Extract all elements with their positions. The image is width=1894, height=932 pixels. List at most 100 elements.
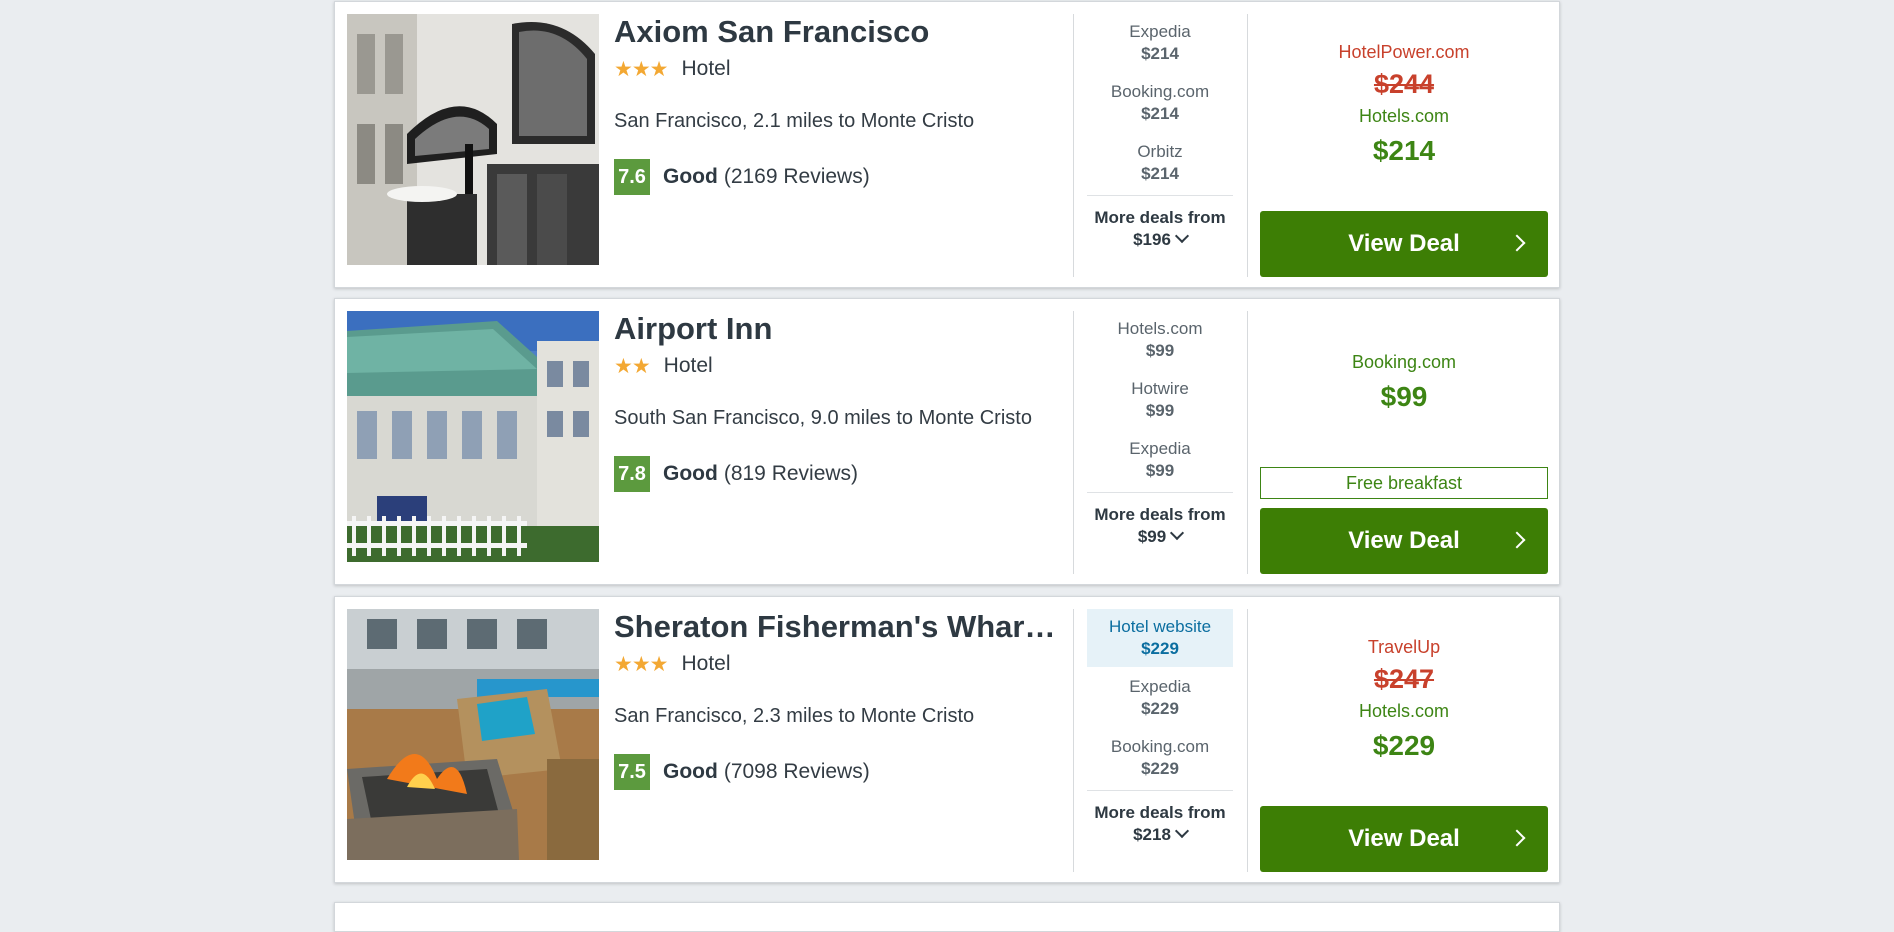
free-breakfast-badge: Free breakfast [1260, 467, 1548, 499]
deal-provider: Hotels.com [1358, 701, 1450, 721]
provider-price: $229 [1141, 759, 1179, 778]
provider-price: $99 [1145, 461, 1175, 480]
provider-price-item[interactable]: Expedia $229 [1087, 669, 1233, 727]
provider-price: $214 [1141, 44, 1179, 63]
hotel-photo[interactable] [347, 14, 599, 265]
best-deal-panel: TravelUp $247 Hotels.com $229 View Deal [1260, 609, 1548, 872]
provider-price-item[interactable]: Hotels.com $99 [1087, 311, 1233, 369]
hotel-type: Hotel [681, 652, 731, 675]
provider-price: $99 [1145, 341, 1175, 360]
deal-strike-price: $247 [1373, 664, 1435, 694]
hotel-card-partial[interactable] [334, 902, 1560, 932]
divider [1073, 14, 1074, 277]
hotel-card[interactable]: Sheraton Fisherman's Wharf Hotel ★★★ Hot… [334, 596, 1560, 883]
chevron-down-icon [1174, 228, 1189, 244]
view-deal-button[interactable]: View Deal [1260, 508, 1548, 574]
provider-price: $229 [1141, 699, 1179, 718]
provider-price-item[interactable]: Booking.com $214 [1087, 74, 1233, 132]
more-deals-button[interactable]: More deals from $218 [1087, 802, 1233, 846]
star-rating-icon: ★★★ [614, 652, 668, 676]
deal-provider: Booking.com [1351, 352, 1457, 372]
chevron-right-icon [1508, 531, 1526, 549]
review-score-badge: 7.5 [614, 754, 650, 790]
chevron-right-icon [1508, 234, 1526, 252]
hotel-card[interactable]: Airport Inn ★★ Hotel South San Francisco… [334, 298, 1560, 585]
view-deal-label: View Deal [1348, 527, 1460, 554]
divider [1087, 492, 1233, 493]
hotel-location: San Francisco, 2.1 miles to Monte Cristo [614, 110, 975, 132]
provider-price-item[interactable]: Expedia $214 [1087, 14, 1233, 72]
deal-top-provider: TravelUp [1367, 637, 1441, 657]
rating-label: Good [663, 462, 718, 485]
provider-name: Hotel website [1108, 617, 1212, 636]
review-score-badge: 7.6 [614, 159, 650, 195]
hotel-photo[interactable] [347, 311, 599, 562]
hotel-card[interactable]: Axiom San Francisco ★★★ Hotel San Franci… [334, 1, 1560, 288]
more-deals-price: $196 [1133, 230, 1171, 249]
rating-label: Good [663, 165, 718, 188]
hotel-type: Hotel [663, 354, 713, 377]
provider-name: Hotels.com [1117, 319, 1203, 338]
divider [1247, 609, 1248, 872]
view-deal-label: View Deal [1348, 230, 1460, 257]
provider-prices: Hotel website $229 Expedia $229 Booking.… [1087, 609, 1233, 789]
star-rating-icon: ★★ [614, 354, 651, 378]
provider-price-item[interactable]: Orbitz $214 [1087, 134, 1233, 192]
review-count[interactable]: (7098 Reviews) [724, 760, 870, 784]
provider-price-item[interactable]: Hotwire $99 [1087, 371, 1233, 429]
deal-price: $214 [1372, 135, 1436, 166]
review-count[interactable]: (819 Reviews) [724, 462, 858, 486]
provider-name: Expedia [1129, 677, 1191, 696]
best-deal-panel: Booking.com $99 Free breakfast View Deal [1260, 311, 1548, 574]
deal-provider: Hotels.com [1358, 106, 1450, 126]
hotel-name[interactable]: Sheraton Fisherman's Wharf Hotel [614, 609, 1064, 645]
divider [1247, 14, 1248, 277]
chevron-right-icon [1508, 829, 1526, 847]
divider [1073, 311, 1074, 574]
review-count[interactable]: (2169 Reviews) [724, 165, 870, 189]
provider-name: Booking.com [1110, 737, 1210, 756]
provider-name: Hotwire [1131, 379, 1189, 398]
more-deals-button[interactable]: More deals from $196 [1087, 207, 1233, 251]
provider-price-item[interactable]: Expedia $99 [1087, 431, 1233, 489]
more-deals-label: More deals from [1094, 803, 1226, 822]
hotel-photo[interactable] [347, 609, 599, 860]
provider-price: $229 [1141, 639, 1179, 658]
hotel-location: San Francisco, 2.3 miles to Monte Cristo [614, 705, 975, 727]
star-rating-icon: ★★★ [614, 57, 668, 81]
provider-price: $214 [1141, 104, 1179, 123]
divider [1247, 311, 1248, 574]
hotel-info: Airport Inn ★★ Hotel South San Francisco… [614, 311, 1064, 492]
more-deals-price: $218 [1133, 825, 1171, 844]
provider-price-item-hotel-website[interactable]: Hotel website $229 [1087, 609, 1233, 667]
hotel-info: Axiom San Francisco ★★★ Hotel San Franci… [614, 14, 1064, 195]
provider-name: Booking.com [1110, 82, 1210, 101]
more-deals-price: $99 [1137, 527, 1167, 546]
provider-price: $99 [1145, 401, 1175, 420]
divider [1087, 195, 1233, 196]
provider-price: $214 [1141, 164, 1179, 183]
view-deal-button[interactable]: View Deal [1260, 806, 1548, 872]
deal-strike-price: $244 [1373, 69, 1435, 99]
more-deals-label: More deals from [1094, 208, 1226, 227]
rating-label: Good [663, 760, 718, 783]
hotel-name[interactable]: Axiom San Francisco [614, 14, 1064, 50]
more-deals-label: More deals from [1094, 505, 1226, 524]
more-deals-button[interactable]: More deals from $99 [1087, 504, 1233, 548]
hotel-name[interactable]: Airport Inn [614, 311, 1064, 347]
provider-name: Orbitz [1137, 142, 1183, 161]
review-score-badge: 7.8 [614, 456, 650, 492]
hotel-location: South San Francisco, 9.0 miles to Monte … [614, 407, 1032, 429]
best-deal-panel: HotelPower.com $244 Hotels.com $214 View… [1260, 14, 1548, 277]
provider-name: Expedia [1129, 22, 1191, 41]
view-deal-button[interactable]: View Deal [1260, 211, 1548, 277]
divider [1073, 609, 1074, 872]
view-deal-label: View Deal [1348, 825, 1460, 852]
provider-prices: Expedia $214 Booking.com $214 Orbitz $21… [1087, 14, 1233, 194]
hotel-type: Hotel [681, 57, 731, 80]
chevron-down-icon [1170, 525, 1185, 541]
deal-price: $229 [1372, 730, 1436, 761]
provider-price-item[interactable]: Booking.com $229 [1087, 729, 1233, 787]
divider [1087, 790, 1233, 791]
hotel-info: Sheraton Fisherman's Wharf Hotel ★★★ Hot… [614, 609, 1064, 790]
